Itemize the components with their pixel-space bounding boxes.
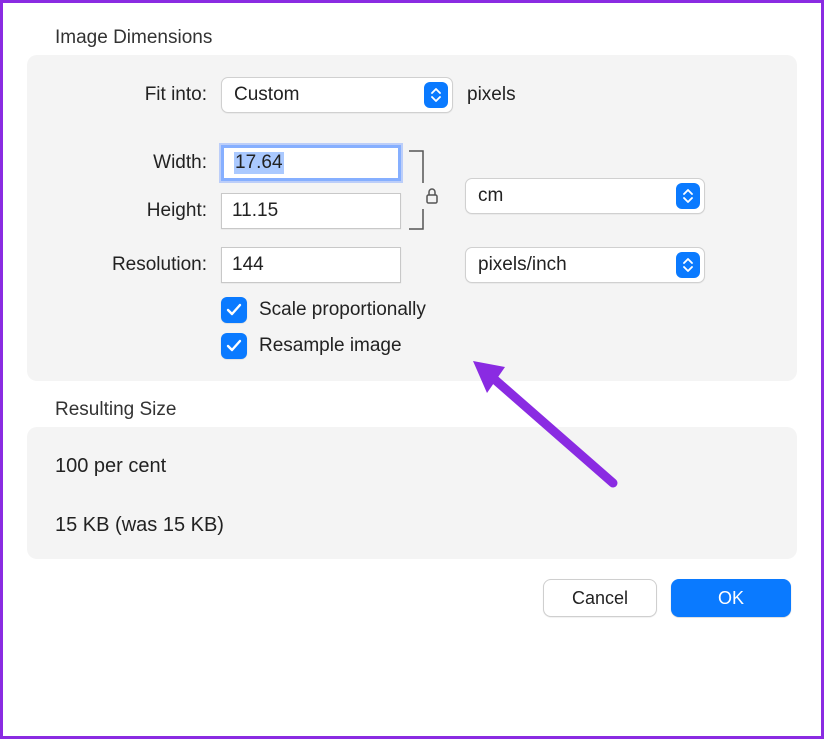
resulting-percent-text: 100 per cent [55,455,769,478]
aspect-lock-bracket [401,145,441,247]
resulting-size-panel: 100 per cent 15 KB (was 15 KB) [27,427,797,559]
lock-icon[interactable] [419,183,445,209]
fit-into-unit-label: pixels [467,84,516,106]
resample-image-label: Resample image [259,335,402,357]
resolution-unit-select[interactable]: pixels/inch [465,247,705,283]
resolution-input[interactable]: 144 [221,247,401,283]
select-stepper-icon [424,82,448,108]
ok-button[interactable]: OK [671,579,791,617]
image-dimensions-heading: Image Dimensions [55,27,797,49]
resample-image-checkbox[interactable] [221,333,247,359]
width-input-value: 17.64 [234,152,284,174]
resulting-size-heading: Resulting Size [55,399,797,421]
height-input[interactable]: 11.15 [221,193,401,229]
cancel-button[interactable]: Cancel [543,579,657,617]
resolution-unit-value: pixels/inch [478,254,567,276]
height-label: Height: [51,200,221,222]
fit-into-select[interactable]: Custom [221,77,453,113]
width-label: Width: [51,152,221,174]
wh-unit-value: cm [478,185,503,207]
scale-proportionally-label: Scale proportionally [259,299,426,321]
resulting-filesize-text: 15 KB (was 15 KB) [55,514,769,537]
width-input[interactable]: 17.64 [221,145,401,181]
height-input-value: 11.15 [232,200,278,222]
image-dimensions-panel: Fit into: Custom pixels Width: 17.64 [27,55,797,381]
select-stepper-icon [676,183,700,209]
resolution-input-value: 144 [232,254,264,276]
select-stepper-icon [676,252,700,278]
fit-into-value: Custom [234,84,299,106]
wh-unit-select[interactable]: cm [465,178,705,214]
scale-proportionally-checkbox[interactable] [221,297,247,323]
fit-into-label: Fit into: [51,84,221,106]
resolution-label: Resolution: [51,254,221,276]
